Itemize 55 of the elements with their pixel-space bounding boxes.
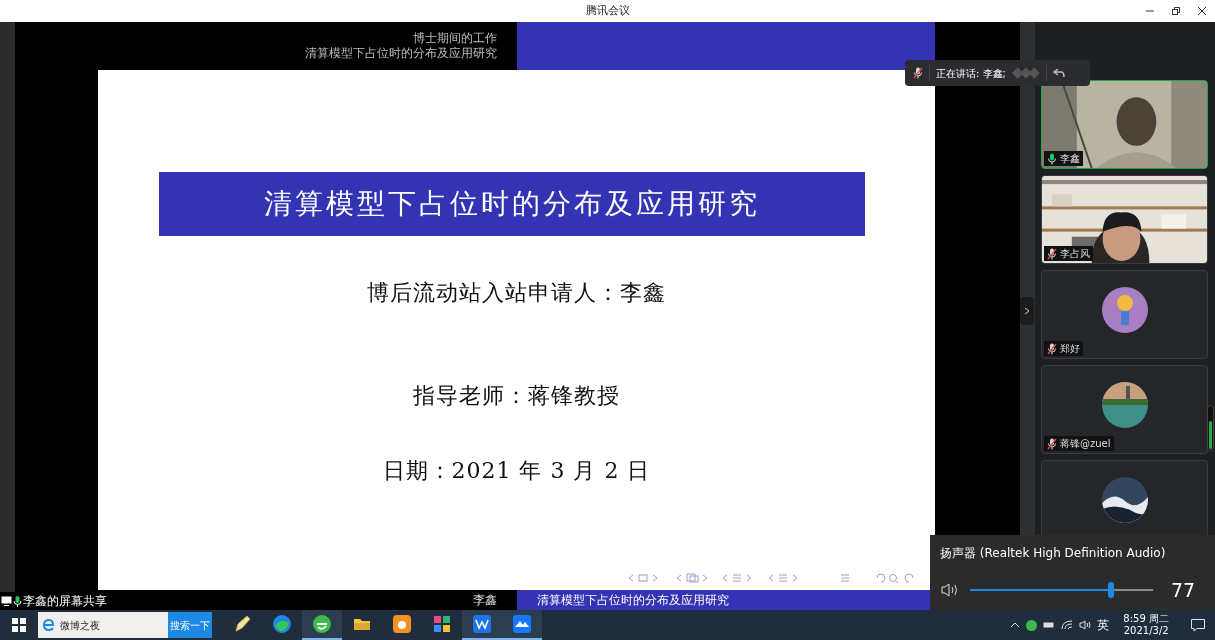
- volume-reading: 77: [1171, 578, 1196, 603]
- search-value: 微博之夜: [60, 618, 100, 633]
- chevron-up-icon[interactable]: [1010, 622, 1021, 628]
- battery-icon[interactable]: [1043, 621, 1056, 629]
- browser-icon: [42, 618, 56, 632]
- document-app-icon[interactable]: [472, 614, 492, 634]
- volume-slider[interactable]: [970, 583, 1153, 598]
- mic-icon: [13, 595, 22, 607]
- pen-icon[interactable]: [232, 614, 252, 634]
- windows-icon: [12, 618, 26, 632]
- reply-icon[interactable]: [1052, 68, 1065, 78]
- participant-tile[interactable]: 郑好: [1041, 270, 1208, 359]
- scroll-indicator[interactable]: [1207, 405, 1214, 451]
- meeting-app-icon[interactable]: [512, 614, 532, 634]
- speaking-label: 正在讲话: 李鑫;: [936, 66, 1006, 81]
- slide-text: 指导老师：蒋锋教授: [413, 382, 620, 410]
- collapse-panel-button[interactable]: [1020, 297, 1034, 325]
- slide-header-title: 清算模型下占位时的分布及应用研究: [305, 46, 497, 61]
- screen-share-icon: [1, 596, 12, 606]
- screen-share-text: 李鑫的屏幕共享: [23, 593, 107, 610]
- search-button[interactable]: 搜索一下: [168, 612, 212, 638]
- participant-tile[interactable]: 李占风: [1041, 175, 1208, 264]
- participant-name: 蒋锋@zuel: [1060, 437, 1111, 451]
- input-method-indicator[interactable]: 英: [1097, 616, 1110, 634]
- slide-text: 博后流动站入站申请人：李鑫: [367, 279, 666, 307]
- diamond-logo-icon: [1011, 67, 1040, 79]
- participant-tile[interactable]: 蒋锋@zuel: [1041, 365, 1208, 454]
- tray-app-icon[interactable]: [1026, 619, 1038, 631]
- browser-icon[interactable]: [312, 614, 332, 634]
- notification-icon[interactable]: [1191, 618, 1205, 632]
- edge-browser-icon[interactable]: [272, 614, 292, 634]
- clock-date: 2021/3/2: [1123, 625, 1169, 637]
- participant-tile[interactable]: 李鑫: [1041, 80, 1208, 169]
- slide-footer-author: 李鑫: [473, 592, 497, 609]
- clock-time: 8:59 周二: [1123, 613, 1169, 625]
- participant-name: 李占风: [1060, 247, 1090, 261]
- slide-text: 日期：2021 年 3 月 2 日: [382, 457, 651, 485]
- muted-mic-icon: [913, 67, 923, 79]
- slide-footer-title: 清算模型下占位时的分布及应用研究: [537, 592, 729, 609]
- restore-icon[interactable]: [1171, 6, 1181, 16]
- window-title: 腾讯会议: [585, 2, 630, 19]
- search-field[interactable]: 微博之夜: [38, 612, 168, 638]
- speaker-icon[interactable]: [940, 582, 960, 599]
- section-title: 博士期间的工作: [413, 31, 497, 46]
- slide-title-banner: 清算模型下占位时的分布及应用研究: [158, 172, 865, 236]
- clock[interactable]: 8:59 周二 2021/3/2: [1123, 613, 1169, 637]
- wifi-icon[interactable]: [1061, 620, 1074, 630]
- participant-name: 郑好: [1060, 342, 1080, 356]
- chevron-right-icon: [1024, 307, 1030, 315]
- speaker-icon[interactable]: [1079, 620, 1092, 630]
- participant-name: 李鑫: [1060, 152, 1080, 166]
- tiles-app-icon[interactable]: [432, 614, 452, 634]
- close-icon[interactable]: [1197, 6, 1207, 16]
- audio-device-name: 扬声器 (Realtek High Definition Audio): [940, 545, 1167, 562]
- squirrel-app-icon[interactable]: [392, 614, 412, 634]
